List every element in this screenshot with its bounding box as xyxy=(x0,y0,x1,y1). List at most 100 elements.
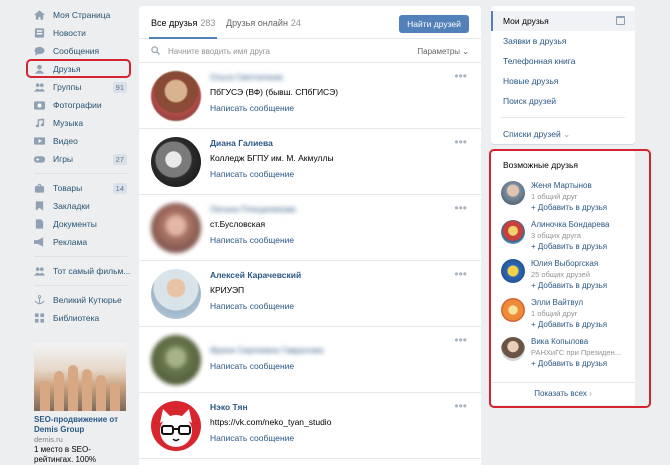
documents-icon xyxy=(34,219,46,229)
friend-row: Алексей Карачевский КРИУЭП Написать сооб… xyxy=(139,261,481,327)
sidebar-item-messages[interactable]: Сообщения xyxy=(28,42,133,60)
friends-highlight-frame xyxy=(26,59,131,78)
goods-icon xyxy=(34,183,46,193)
music-icon xyxy=(34,118,46,128)
sidebar-item-library[interactable]: Библиотека xyxy=(28,309,133,327)
friend-name[interactable]: Ольга Светличная xyxy=(210,72,283,82)
messages-icon xyxy=(34,46,46,56)
anchor-icon xyxy=(34,295,46,305)
more-actions-icon[interactable]: ••• xyxy=(454,69,467,83)
sidebar-item-news[interactable]: Новости xyxy=(28,24,133,42)
sidebar-item-bookmarks[interactable]: Закладки xyxy=(28,197,133,215)
search-input[interactable]: Начните вводить имя друга xyxy=(168,47,270,56)
friend-name[interactable]: Нэко Тян xyxy=(210,402,248,412)
friend-avatar[interactable] xyxy=(151,269,201,319)
friends-menu: Мои друзья Заявки в друзья Телефонная кн… xyxy=(491,6,635,144)
ad-text: 1 место в SEO-рейтингах. 100% гарантия xyxy=(34,445,97,464)
friend-row: Ольга Светличная ПбГУСЭ (ВФ) (бывш. СПбГ… xyxy=(139,63,481,129)
ad-title: SEO-продвижение от Demis Group xyxy=(34,415,119,434)
calendar-icon[interactable] xyxy=(616,16,625,25)
sidebar-item-documents[interactable]: Документы xyxy=(28,215,133,233)
friend-info: КРИУЭП xyxy=(210,285,245,295)
sidebar-item-label: Группы xyxy=(53,82,82,92)
friend-row: Нэко Тян https://vk.com/neko_tyan_studio… xyxy=(139,393,481,459)
chevron-down-icon: ⌄ xyxy=(563,129,571,139)
find-friends-button[interactable]: Найти друзей xyxy=(399,15,469,33)
menu-item-my-friends[interactable]: Мои друзья xyxy=(491,11,635,31)
sidebar-item-label: Товары xyxy=(53,183,83,193)
games-count-badge: 27 xyxy=(112,153,127,165)
write-message-link[interactable]: Написать сообщение xyxy=(210,301,294,311)
friend-row: Ирина Сергеевна Гаврилова Написать сообщ… xyxy=(139,327,481,393)
friend-search-bar[interactable]: Начните вводить имя друга Параметры ⌄ xyxy=(139,39,481,63)
menu-item-phonebook[interactable]: Телефонная книга xyxy=(491,51,635,71)
more-actions-icon[interactable]: ••• xyxy=(454,135,467,149)
parameters-dropdown[interactable]: Параметры ⌄ xyxy=(417,47,469,56)
sidebar-item-my-page[interactable]: Моя Страница xyxy=(28,6,133,24)
friend-avatar[interactable] xyxy=(151,71,201,121)
group-icon xyxy=(34,266,46,276)
bookmarks-icon xyxy=(34,201,46,211)
ad-image xyxy=(34,343,126,411)
menu-item-friend-lists[interactable]: Списки друзей ⌄ xyxy=(491,124,635,144)
sidebar-item-video[interactable]: Видео xyxy=(28,132,133,150)
more-actions-icon[interactable]: ••• xyxy=(454,399,467,413)
sidebar-divider xyxy=(34,285,127,286)
friend-name[interactable]: Оксана Плещеникова xyxy=(210,204,296,214)
sidebar-item-label: Новости xyxy=(53,28,86,38)
menu-item-requests[interactable]: Заявки в друзья xyxy=(491,31,635,51)
friend-avatar[interactable] xyxy=(151,137,201,187)
friend-name[interactable]: Диана Галиева xyxy=(210,138,273,148)
sidebar-item-label: Видео xyxy=(53,136,78,146)
friend-avatar[interactable] xyxy=(151,401,201,451)
sidebar-item-photos[interactable]: Фотографии xyxy=(28,96,133,114)
friend-avatar[interactable] xyxy=(151,203,201,253)
friend-info: Колледж БГПУ им. М. Акмуллы xyxy=(210,153,334,163)
friend-row: Диана Галиева Колледж БГПУ им. М. Акмулл… xyxy=(139,129,481,195)
menu-item-search-friends[interactable]: Поиск друзей xyxy=(491,91,635,111)
cat-logo-icon xyxy=(160,409,192,447)
groups-icon xyxy=(34,82,46,92)
write-message-link[interactable]: Написать сообщение xyxy=(210,235,294,245)
friends-tabs: Все друзья 283 Друзья онлайн 24 Найти друз… xyxy=(139,6,481,39)
home-icon xyxy=(34,10,46,20)
sidebar-item-group-film[interactable]: Тот самый фильм... xyxy=(28,262,133,280)
friend-info: ст.Бусловская xyxy=(210,219,266,229)
sidebar-item-groups[interactable]: Группы 91 xyxy=(28,78,133,96)
left-sidebar: Моя Страница Новости Сообщения Друзья Гр… xyxy=(28,6,133,327)
sidebar-ad[interactable]: SEO-продвижение от Demis Group demis.ru … xyxy=(34,343,126,465)
sidebar-item-couturier[interactable]: Великий Кутюрье xyxy=(28,291,133,309)
sidebar-item-label: Музыка xyxy=(53,118,84,128)
more-actions-icon[interactable]: ••• xyxy=(454,267,467,281)
sidebar-item-goods[interactable]: Товары 14 xyxy=(28,179,133,197)
tab-friends-online[interactable]: Друзья онлайн 24 xyxy=(226,18,301,28)
menu-item-new-friends[interactable]: Новые друзья xyxy=(491,71,635,91)
sidebar-item-ads[interactable]: Реклама xyxy=(28,233,133,251)
write-message-link[interactable]: Написать сообщение xyxy=(210,433,294,443)
sidebar-item-label: Документы xyxy=(53,219,97,229)
tab-all-friends[interactable]: Все друзья 283 xyxy=(148,18,218,39)
sidebar-item-label: Моя Страница xyxy=(53,10,111,20)
friend-row: Оксана Плещеникова ст.Бусловская Написат… xyxy=(139,195,481,261)
sidebar-item-games[interactable]: Игры 27 xyxy=(28,150,133,168)
games-icon xyxy=(34,154,46,164)
friend-name[interactable]: Ирина Сергеевна Гаврилова xyxy=(210,345,323,355)
sidebar-item-label: Тот самый фильм... xyxy=(53,266,131,276)
menu-item-label: Списки друзей xyxy=(503,129,561,139)
friend-name[interactable]: Алексей Карачевский xyxy=(210,270,301,280)
ad-domain: demis.ru xyxy=(34,435,63,444)
more-actions-icon[interactable]: ••• xyxy=(454,201,467,215)
friend-info: ПбГУСЭ (ВФ) (бывш. СПбГИСЭ) xyxy=(210,87,339,97)
tab-count: 283 xyxy=(200,18,216,28)
sidebar-item-label: Библиотека xyxy=(53,313,100,323)
chevron-down-icon: ⌄ xyxy=(462,47,469,56)
write-message-link[interactable]: Написать сообщение xyxy=(210,361,294,371)
more-actions-icon[interactable]: ••• xyxy=(454,333,467,347)
friend-avatar[interactable] xyxy=(151,335,201,385)
menu-item-label: Мои друзья xyxy=(503,16,549,26)
write-message-link[interactable]: Написать сообщение xyxy=(210,169,294,179)
possible-friends-highlight-frame xyxy=(489,149,651,408)
write-message-link[interactable]: Написать сообщение xyxy=(210,103,294,113)
news-icon xyxy=(34,28,46,38)
sidebar-item-music[interactable]: Музыка xyxy=(28,114,133,132)
